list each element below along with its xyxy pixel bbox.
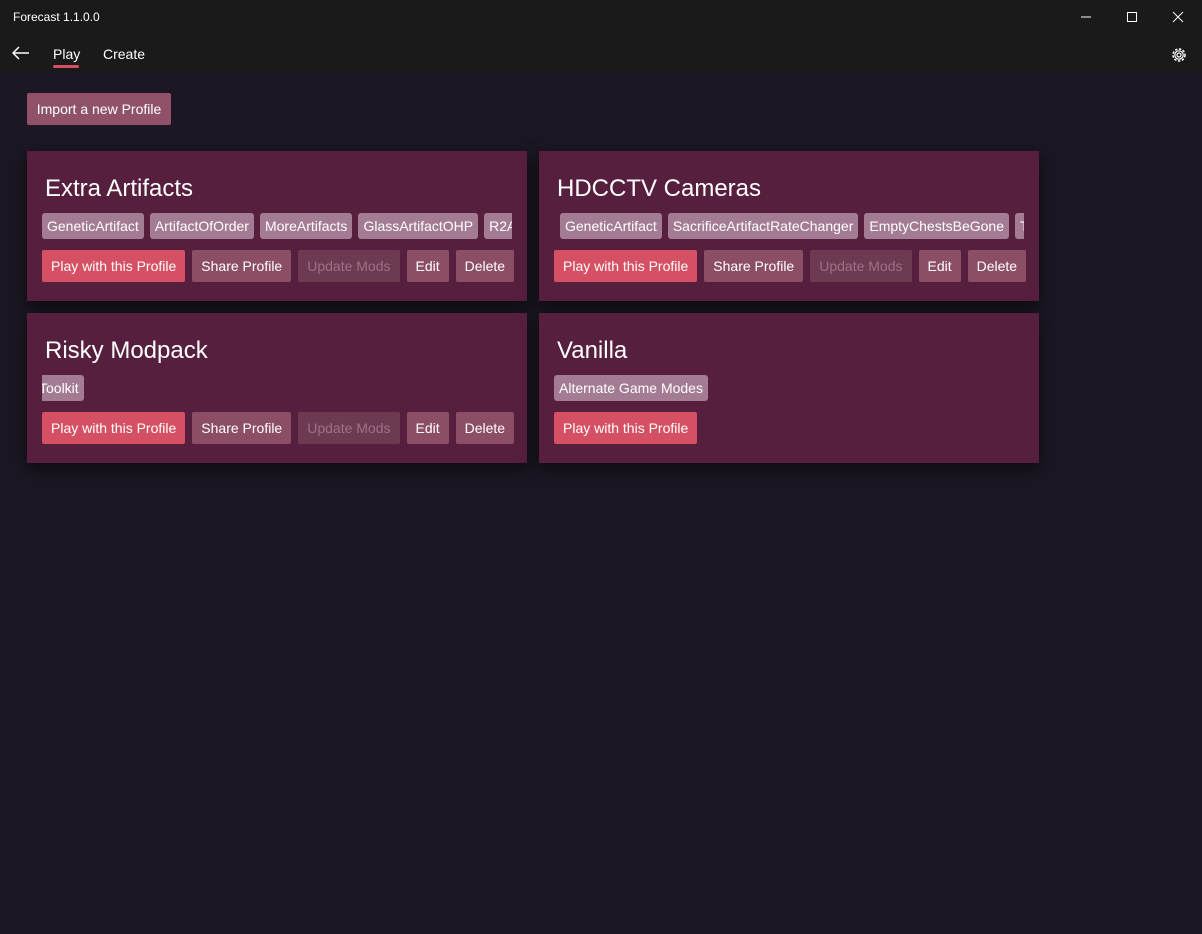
delete-profile-button[interactable]: Delete <box>455 412 515 444</box>
share-profile-button[interactable]: Share Profile <box>704 250 804 282</box>
minimize-icon <box>1081 16 1091 18</box>
mod-tag: Too <box>1014 213 1024 239</box>
update-mods-button: Update Mods <box>298 412 400 444</box>
mod-tag: ArtifactOfOrder <box>149 213 254 239</box>
edit-profile-button[interactable]: Edit <box>406 250 449 282</box>
delete-profile-button[interactable]: Delete <box>967 250 1027 282</box>
profile-card: Risky Modpack Toolkit Play with this Pro… <box>27 313 527 463</box>
close-icon <box>1172 11 1184 23</box>
profile-card: HDCCTV Cameras GeneticArtifact Sacrifice… <box>539 151 1039 301</box>
mod-tag: GeneticArtifact <box>42 213 144 239</box>
mod-tag: R2API <box>484 213 512 239</box>
mod-tag: Alternate Game Modes <box>554 375 708 401</box>
profile-card: Extra Artifacts GeneticArtifact Artifact… <box>27 151 527 301</box>
mod-tag: SacrificeArtifactRateChanger <box>667 213 859 239</box>
mod-tag: GeneticArtifact <box>560 213 662 239</box>
maximize-button[interactable] <box>1109 0 1155 34</box>
maximize-icon <box>1127 12 1137 22</box>
mod-tag: Toolkit <box>42 375 84 401</box>
edit-profile-button[interactable]: Edit <box>918 250 961 282</box>
update-mods-button: Update Mods <box>810 250 912 282</box>
profile-title: HDCCTV Cameras <box>557 175 762 202</box>
mod-tag-list[interactable]: GeneticArtifact SacrificeArtifactRateCha… <box>554 213 1024 241</box>
settings-button[interactable] <box>1166 42 1192 68</box>
play-profile-button[interactable]: Play with this Profile <box>554 412 698 444</box>
profile-title: Vanilla <box>557 337 628 364</box>
play-profile-button[interactable]: Play with this Profile <box>42 412 186 444</box>
mod-tag: EmptyChestsBeGone <box>864 213 1009 239</box>
active-tab-indicator <box>53 65 79 68</box>
minimize-button[interactable] <box>1063 0 1109 34</box>
update-mods-button: Update Mods <box>298 250 400 282</box>
back-arrow-icon <box>12 46 29 60</box>
import-profile-button[interactable]: Import a new Profile <box>27 93 171 125</box>
profile-card: Vanilla Alternate Game Modes Play with t… <box>539 313 1039 463</box>
nav-bar: Play Create <box>0 34 1202 72</box>
mod-tag-list[interactable]: Alternate Game Modes <box>554 375 1024 403</box>
back-button[interactable] <box>8 40 34 66</box>
close-button[interactable] <box>1155 0 1201 34</box>
mod-tag-list[interactable]: GeneticArtifact ArtifactOfOrder MoreArti… <box>42 213 512 241</box>
mod-tag-list[interactable]: Toolkit <box>42 375 512 403</box>
edit-profile-button[interactable]: Edit <box>406 412 449 444</box>
mod-tag: GlassArtifactOHP <box>358 213 479 239</box>
profile-title: Risky Modpack <box>45 337 208 364</box>
tab-play[interactable]: Play <box>53 46 80 62</box>
play-profile-button[interactable]: Play with this Profile <box>554 250 698 282</box>
play-profile-button[interactable]: Play with this Profile <box>42 250 186 282</box>
title-bar: Forecast 1.1.0.0 <box>0 0 1202 34</box>
share-profile-button[interactable]: Share Profile <box>192 412 292 444</box>
gear-icon <box>1172 48 1186 62</box>
mod-tag: MoreArtifacts <box>259 213 353 239</box>
share-profile-button[interactable]: Share Profile <box>192 250 292 282</box>
app-title: Forecast 1.1.0.0 <box>13 10 100 24</box>
profile-title: Extra Artifacts <box>45 175 194 202</box>
delete-profile-button[interactable]: Delete <box>455 250 515 282</box>
tab-create[interactable]: Create <box>103 46 145 62</box>
